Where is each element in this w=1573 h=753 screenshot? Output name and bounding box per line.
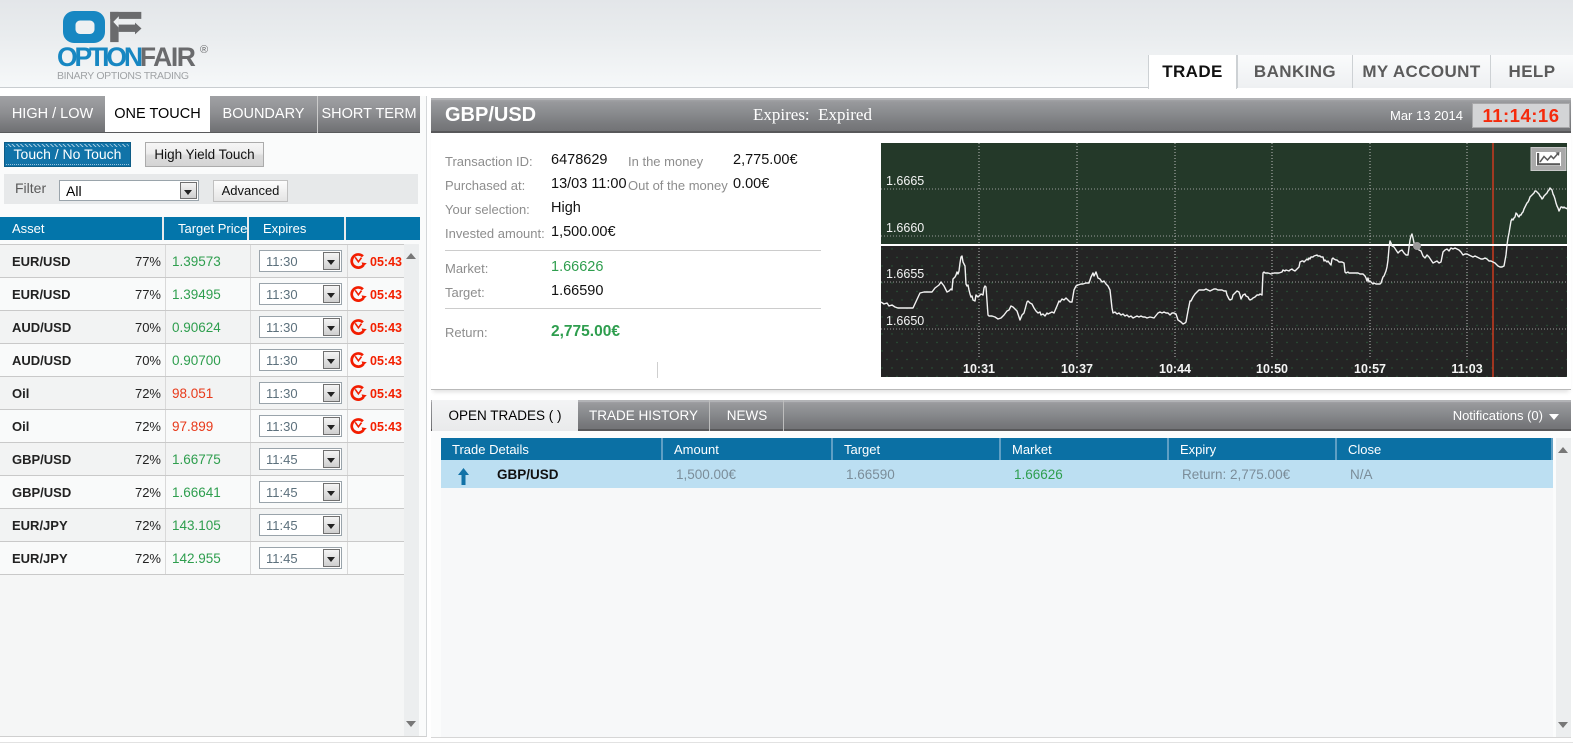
svg-text:®: ® <box>200 44 208 56</box>
svg-text:1.6665: 1.6665 <box>886 174 924 188</box>
svg-text:BINARY OPTIONS TRADING: BINARY OPTIONS TRADING <box>57 70 189 82</box>
svg-text:10:57: 10:57 <box>1354 362 1386 376</box>
svg-text:1.6660: 1.6660 <box>886 221 924 235</box>
svg-text:1.6650: 1.6650 <box>886 314 924 328</box>
svg-text:11:03: 11:03 <box>1451 362 1482 376</box>
svg-text:10:37: 10:37 <box>1061 362 1093 376</box>
svg-text:OPTIONFAIR: OPTIONFAIR <box>57 42 196 72</box>
svg-text:10:44: 10:44 <box>1159 362 1191 376</box>
svg-text:10:31: 10:31 <box>963 362 995 376</box>
svg-text:10:50: 10:50 <box>1256 362 1288 376</box>
svg-text:1.6655: 1.6655 <box>886 267 924 281</box>
